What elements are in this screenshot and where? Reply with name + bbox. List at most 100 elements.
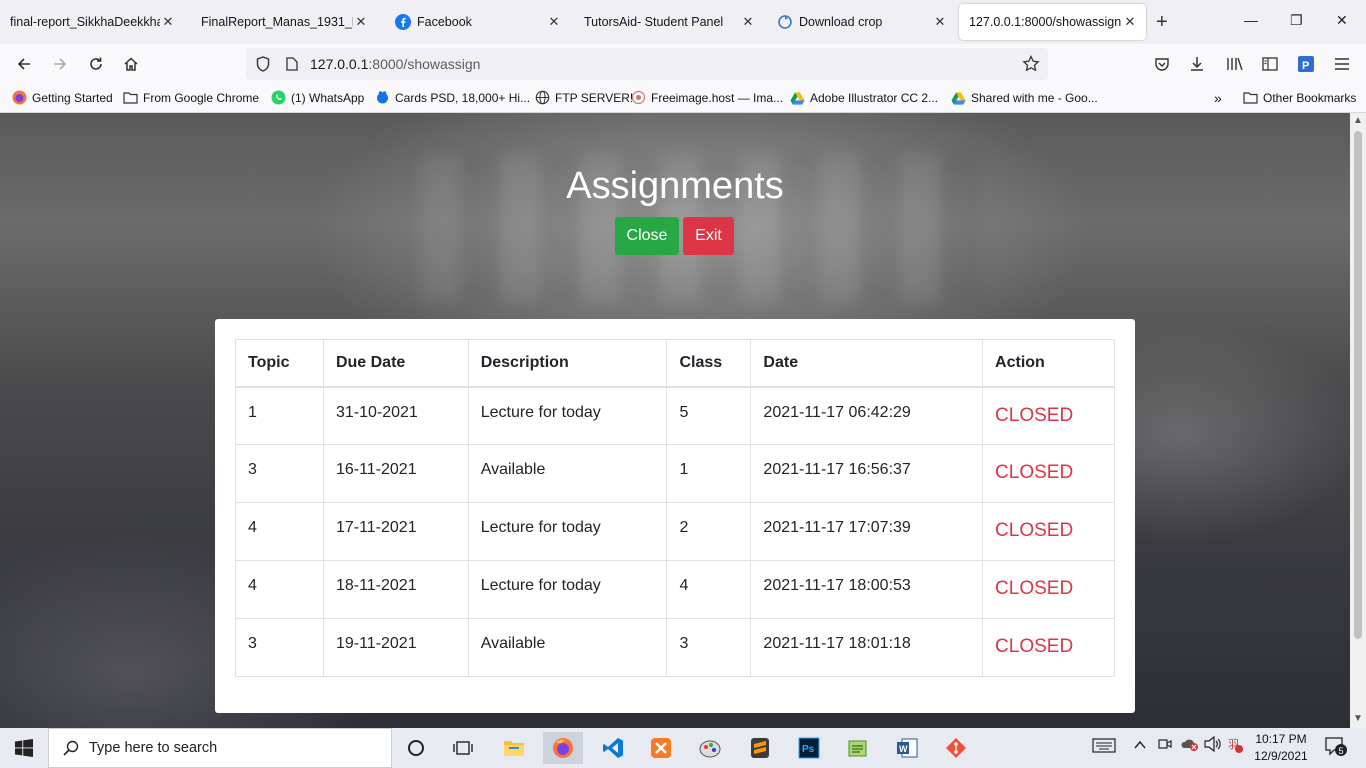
svg-text:W: W [899,744,908,754]
whatsapp-icon [271,90,286,105]
other-bookmarks[interactable]: Other Bookmarks [1243,90,1356,105]
close-icon[interactable]: ✕ [546,14,562,30]
action-status[interactable]: CLOSED [982,386,1115,445]
extension-icon[interactable]: P [1296,54,1316,74]
action-status[interactable]: CLOSED [982,618,1115,677]
close-icon[interactable]: ✕ [353,14,369,30]
star-icon[interactable] [1022,54,1040,76]
tab-final-report[interactable]: final-report_SikkhaDeekkha.p ✕ [0,4,184,40]
bookmark-adobe-illustrator[interactable]: Adobe Illustrator CC 2... [790,90,938,105]
scroll-down-icon[interactable]: ▼ [1353,713,1363,724]
menu-icon[interactable] [1332,54,1352,74]
close-icon[interactable]: ✕ [740,14,756,30]
bookmark-cards-psd[interactable]: Cards PSD, 18,000+ Hi... [375,90,530,105]
bookmark-label: Freeimage.host — Ima... [651,90,784,105]
restore-icon[interactable]: ❐ [1290,12,1303,29]
new-tab-button[interactable]: + [1156,12,1168,32]
sync-icon [777,14,793,30]
bookmark-from-google-chrome[interactable]: From Google Chrome [123,90,259,105]
close-button[interactable]: Close [615,217,679,255]
exit-button[interactable]: Exit [683,217,734,255]
action-status[interactable]: CLOSED [982,444,1115,503]
tab-label: FinalReport_Manas_1931_Lear [201,15,353,29]
scroll-thumb[interactable] [1354,131,1362,639]
taskbar-search[interactable]: Type here to search [48,728,392,768]
close-icon[interactable]: ✕ [160,14,176,30]
bookmark-getting-started[interactable]: Getting Started [12,90,113,105]
volume-icon[interactable] [1204,735,1222,755]
tab-showassign[interactable]: 127.0.0.1:8000/showassign ✕ [959,4,1146,40]
keyboard-icon[interactable] [1092,736,1116,757]
xampp-icon[interactable] [641,732,681,764]
notepad-plus-plus-icon[interactable] [838,732,878,764]
tab-finalreport-manas[interactable]: FinalReport_Manas_1931_Lear ✕ [191,4,377,40]
firefox-icon[interactable] [543,732,583,764]
home-icon[interactable] [121,54,141,74]
tab-tutorsaid[interactable]: TutorsAid- Student Panel ✕ [574,4,764,40]
page-scrollbar[interactable]: ▲ ▼ [1350,113,1366,728]
vscode-icon[interactable] [593,732,633,764]
firefox-icon [12,90,27,105]
paint-icon[interactable] [690,732,730,764]
photoshop-icon[interactable]: Ps [789,732,829,764]
scroll-up-icon[interactable]: ▲ [1353,115,1363,126]
forward-icon[interactable] [50,54,70,74]
windows-start-icon[interactable] [0,728,48,768]
window-close-icon[interactable]: ✕ [1336,12,1348,29]
url-host: 127.0.0.1 [310,56,369,72]
folder-icon [123,90,138,105]
tab-facebook[interactable]: Facebook ✕ [385,4,570,40]
sidebar-icon[interactable] [1260,54,1280,74]
bookmark-label: FTP SERVER! [555,90,634,105]
file-explorer-icon[interactable] [494,732,534,764]
language-icon[interactable]: 羽 [1227,736,1245,757]
due-date-cell: 18-11-2021 [322,560,469,619]
reload-icon[interactable] [86,54,106,74]
date-cell: 2021-11-17 17:07:39 [750,502,984,561]
word-icon[interactable]: W [887,732,927,764]
close-icon[interactable]: ✕ [1122,14,1138,30]
cortana-icon[interactable] [396,732,436,764]
bookmark-label: Shared with me - Goo... [971,90,1098,105]
library-icon[interactable] [1225,54,1245,74]
topic-cell: 4 [235,560,324,619]
chevron-up-icon[interactable] [1134,738,1146,753]
pocket-icon[interactable] [1152,54,1172,74]
notification-center-icon[interactable]: 5 [1324,736,1348,761]
bookmark-whatsapp[interactable]: (1) WhatsApp [271,90,364,105]
due-date-cell: 16-11-2021 [322,444,469,503]
bookmark-label: Adobe Illustrator CC 2... [810,90,939,105]
back-icon[interactable] [14,54,34,74]
action-status[interactable]: CLOSED [982,502,1115,561]
page-title: Assignments [566,165,784,207]
bookmark-freeimage[interactable]: Freeimage.host — Ima... [631,90,783,105]
onedrive-icon[interactable] [1180,736,1200,755]
tab-download-crop[interactable]: Download crop ✕ [767,4,956,40]
tab-label: 127.0.0.1:8000/showassign [969,15,1122,29]
sublime-text-icon[interactable] [740,732,780,764]
meet-now-icon[interactable] [1158,736,1172,755]
table-header-row: Topic Due Date Description Class Date Ac… [235,339,1115,388]
bookmark-ftp-server[interactable]: FTP SERVER! [535,90,633,105]
git-icon[interactable] [936,732,976,764]
action-status[interactable]: CLOSED [982,560,1115,619]
assignments-table: Topic Due Date Description Class Date Ac… [235,339,1115,677]
url-bar[interactable]: 127.0.0.1:8000/showassign [246,48,1048,80]
download-icon[interactable] [1187,54,1207,74]
page-info-icon[interactable] [284,57,300,71]
clock-time: 10:17 PM [1255,732,1307,746]
minimize-icon[interactable]: — [1244,12,1258,28]
task-view-icon[interactable] [443,732,483,764]
due-date-cell: 17-11-2021 [322,502,469,561]
due-date-cell: 31-10-2021 [322,386,469,445]
shield-icon[interactable] [254,56,272,72]
description-cell: Lecture for today [467,502,668,561]
taskbar-clock[interactable]: 10:17 PM 12/9/2021 [1252,731,1310,765]
freeimage-icon [631,90,646,105]
assignments-card: Topic Due Date Description Class Date Ac… [215,319,1135,713]
tab-strip: final-report_SikkhaDeekkha.p ✕ FinalRepo… [0,0,1366,44]
globe-icon [535,90,550,105]
close-icon[interactable]: ✕ [932,14,948,30]
chevron-right-icon[interactable]: » [1214,90,1222,106]
bookmark-shared-with-me[interactable]: Shared with me - Goo... [951,90,1098,105]
